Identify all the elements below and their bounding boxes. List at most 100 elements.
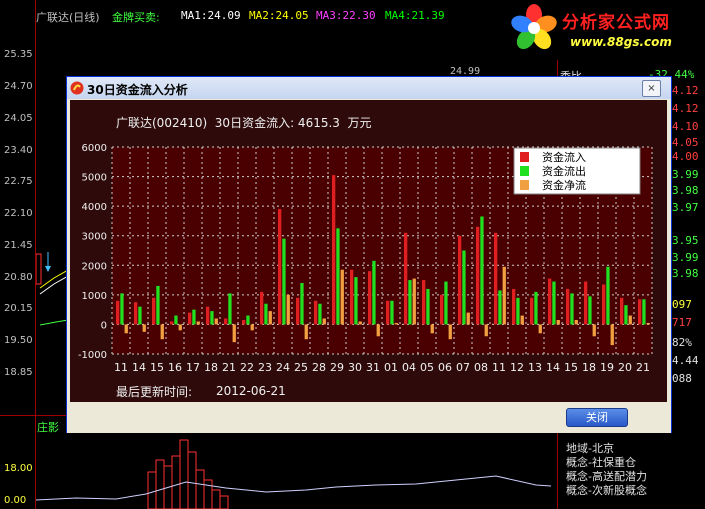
bar-outflow (444, 281, 448, 325)
x-tick-label: 06 (438, 361, 452, 374)
bar-outflow (264, 303, 268, 325)
close-icon[interactable]: × (642, 80, 661, 97)
indicator-name: 金牌买卖: (112, 11, 160, 24)
bar-netflow (322, 318, 326, 325)
x-tick-label: 17 (186, 361, 200, 374)
bar-netflow (268, 311, 272, 325)
bar-netflow (466, 312, 470, 325)
flower-logo-icon (511, 4, 557, 50)
price-tick: 20.80 (4, 272, 33, 283)
bar-outflow (552, 281, 556, 325)
bar-outflow (534, 291, 538, 325)
x-tick-label: 18 (204, 361, 218, 374)
stock-name: 广联达(日线) (36, 11, 100, 24)
bar-inflow (278, 209, 282, 325)
bar-outflow (174, 315, 178, 325)
bar-netflow (376, 324, 380, 337)
bar-outflow (282, 238, 286, 325)
bar-outflow (642, 299, 646, 325)
x-tick-label: 24 (276, 361, 290, 374)
y-tick-label: 3000 (82, 232, 107, 243)
bar-netflow (484, 324, 488, 337)
x-tick-label: 05 (420, 361, 434, 374)
bar-outflow (318, 303, 322, 325)
x-tick-label: 11 (114, 361, 128, 374)
app-icon (70, 81, 84, 95)
bar-outflow (462, 250, 466, 325)
x-tick-label: 22 (240, 361, 254, 374)
bar-inflow (602, 284, 606, 325)
y-tick-label: -1000 (78, 350, 107, 361)
bar-outflow (138, 306, 142, 325)
y-tick-label: 2000 (82, 261, 107, 272)
update-date: 2012-06-21 (216, 384, 286, 398)
legend-swatch (520, 166, 529, 176)
quote-value: 097 (672, 298, 692, 311)
bar-inflow (350, 269, 354, 325)
x-tick-label: 31 (366, 361, 380, 374)
price-tick: 22.10 (4, 208, 33, 219)
bar-outflow (156, 285, 160, 325)
y-tick-label: 0 (101, 320, 107, 331)
bar-netflow (250, 324, 254, 331)
bar-inflow (620, 297, 624, 325)
y-tick-label: 5000 (82, 173, 107, 184)
x-tick-label: 08 (474, 361, 488, 374)
bar-outflow (192, 309, 196, 325)
bar-inflow (458, 235, 462, 325)
legend-label: 资金流入 (542, 150, 586, 164)
lower-axis-tick: 18.00 (4, 463, 33, 474)
x-tick-label: 19 (600, 361, 614, 374)
x-tick-label: 23 (258, 361, 272, 374)
price-tick: 19.50 (4, 335, 33, 346)
bar-outflow (426, 288, 430, 325)
bar-inflow (440, 294, 444, 325)
quote-value: 717 (672, 316, 692, 329)
x-tick-label: 04 (402, 361, 416, 374)
lower-panel-chart (36, 439, 552, 509)
close-button[interactable]: 关闭 (566, 408, 628, 427)
x-tick-label: 12 (510, 361, 524, 374)
bar-netflow (340, 269, 344, 325)
bar-inflow (566, 288, 570, 325)
bar-netflow (592, 324, 596, 337)
ma2-label: MA2:24.05 (249, 9, 309, 22)
x-tick-label: 11 (492, 361, 506, 374)
price-tick: 21.45 (4, 240, 33, 251)
bar-inflow (260, 291, 264, 325)
legend-label: 资金流出 (542, 164, 586, 178)
bar-netflow (232, 324, 236, 343)
bar-netflow (520, 315, 524, 325)
flow-analysis-dialog: 30日资金流入分析 × 广联达(002410) 30日资金流入: 4615.3 … (66, 76, 672, 433)
quote-value: 3.98 (672, 184, 699, 197)
price-tick: 25.35 (4, 49, 33, 60)
x-tick-label: 20 (618, 361, 632, 374)
bar-outflow (390, 300, 394, 325)
dialog-titlebar[interactable]: 30日资金流入分析 × (67, 77, 671, 99)
site-logo: 分析家公式网 www.88gs.com (500, 0, 705, 60)
bar-netflow (610, 324, 614, 346)
bar-outflow (606, 266, 610, 325)
quote-value: 82% (672, 336, 692, 349)
bar-netflow (160, 324, 164, 340)
quote-value: 088 (672, 372, 692, 385)
bar-netflow (502, 266, 506, 325)
x-tick-label: 14 (546, 361, 560, 374)
price-tick: 23.40 (4, 145, 33, 156)
bar-netflow (358, 321, 362, 325)
y-tick-label: 1000 (82, 291, 107, 302)
quote-value: 3.95 (672, 234, 699, 247)
price-tick: 24.05 (4, 113, 33, 124)
bar-inflow (386, 300, 390, 325)
quote-value: 3.99 (672, 168, 699, 181)
bar-outflow (210, 311, 214, 325)
bar-inflow (314, 300, 318, 325)
bar-netflow (142, 324, 146, 332)
bar-netflow (178, 324, 182, 331)
logo-name: 分析家公式网 (562, 13, 670, 33)
bar-outflow (480, 216, 484, 325)
bar-outflow (372, 260, 376, 325)
bar-outflow (228, 293, 232, 325)
bar-inflow (188, 312, 192, 325)
bar-outflow (120, 293, 124, 325)
